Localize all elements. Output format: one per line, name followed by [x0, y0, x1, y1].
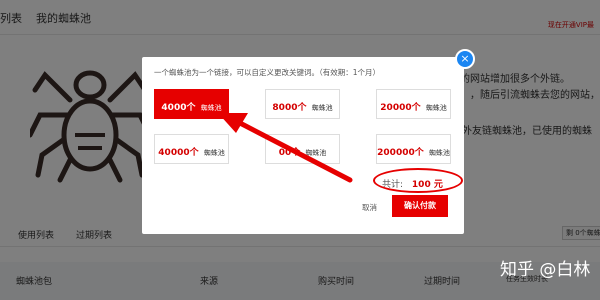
package-count: 00个 — [278, 148, 301, 158]
package-option-40000[interactable]: 40000个 蜘蛛池 — [154, 134, 229, 164]
package-count: 20000个 — [380, 103, 421, 113]
watermark: 知乎 @白林 — [500, 260, 591, 280]
highlight-circle — [373, 168, 463, 193]
package-option-100000[interactable]: 00个 蜘蛛池 — [265, 134, 340, 164]
modal-description: 一个蜘蛛池为一个链接，可以自定义更改关键词。（有效期：1个月） — [154, 68, 381, 77]
package-count: 4000个 — [161, 103, 196, 113]
package-unit: 蜘蛛池 — [305, 149, 327, 157]
package-unit: 蜘蛛池 — [425, 104, 447, 112]
package-option-8000[interactable]: 8000个 蜘蛛池 — [265, 89, 340, 119]
purchase-modal: 一个蜘蛛池为一个链接，可以自定义更改关键词。（有效期：1个月） 4000个 蜘蛛… — [142, 57, 464, 234]
close-icon[interactable]: × — [455, 49, 475, 69]
package-unit: 蜘蛛池 — [200, 104, 222, 112]
package-count: 40000个 — [158, 148, 199, 158]
confirm-payment-button[interactable]: 确认付款 — [392, 195, 448, 217]
package-count: 8000个 — [272, 103, 307, 113]
package-option-200000[interactable]: 200000个 蜘蛛池 — [376, 134, 451, 164]
package-option-4000[interactable]: 4000个 蜘蛛池 — [154, 89, 229, 119]
cancel-button[interactable]: 取消 — [362, 202, 377, 213]
package-option-20000[interactable]: 20000个 蜘蛛池 — [376, 89, 451, 119]
package-count: 200000个 — [377, 148, 424, 158]
package-unit: 蜘蛛池 — [311, 104, 333, 112]
package-unit: 蜘蛛池 — [203, 149, 225, 157]
package-unit: 蜘蛛池 — [428, 149, 450, 157]
